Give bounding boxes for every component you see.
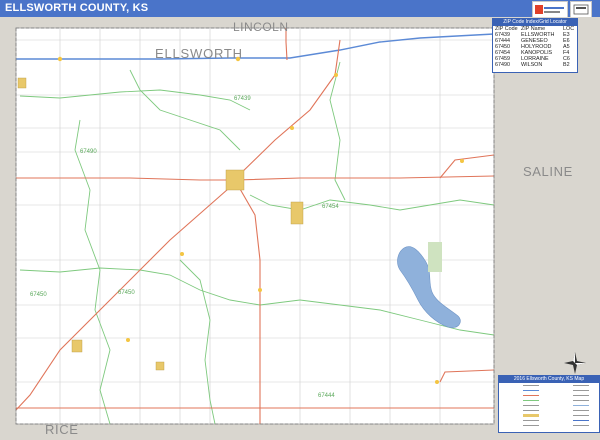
neighbor-label-east: SALINE — [523, 164, 573, 179]
table-row: 67490 WILSON B2 — [493, 62, 577, 68]
zip-code: 67490 — [495, 62, 510, 68]
zip-name: WILSON — [521, 62, 543, 68]
zip-label: 67454 — [322, 204, 339, 210]
legend-title: 2016 Ellsworth County, KS Map — [499, 376, 599, 383]
map-legend: 2016 Ellsworth County, KS Map — [498, 375, 600, 433]
zip-label: 67439 — [234, 96, 251, 102]
zip-table-title: ZIP Code Index/Grid Locator — [493, 19, 577, 26]
zip-loc: B2 — [563, 62, 570, 68]
park-area — [428, 242, 442, 272]
zip-label: 67444 — [318, 393, 335, 399]
title-bar: ELLSWORTH COUNTY, KS — [0, 0, 600, 17]
page-title: ELLSWORTH COUNTY, KS — [5, 2, 149, 14]
badge-icon — [570, 1, 592, 18]
county-label: ELLSWORTH — [155, 46, 243, 61]
logo-icon — [532, 1, 568, 18]
legend-row — [499, 423, 599, 428]
compass-rose-icon — [564, 352, 586, 374]
county-area — [15, 27, 495, 425]
neighbor-label-south: RICE — [45, 422, 79, 437]
zip-index-table: ZIP Code Index/Grid Locator ZIP Code ZIP… — [492, 18, 578, 73]
zip-label: 67490 — [80, 149, 97, 155]
zip-label: 67450 — [118, 290, 135, 296]
zip-label: 67450 — [30, 292, 47, 298]
neighbor-label-north: LINCOLN — [233, 20, 289, 34]
